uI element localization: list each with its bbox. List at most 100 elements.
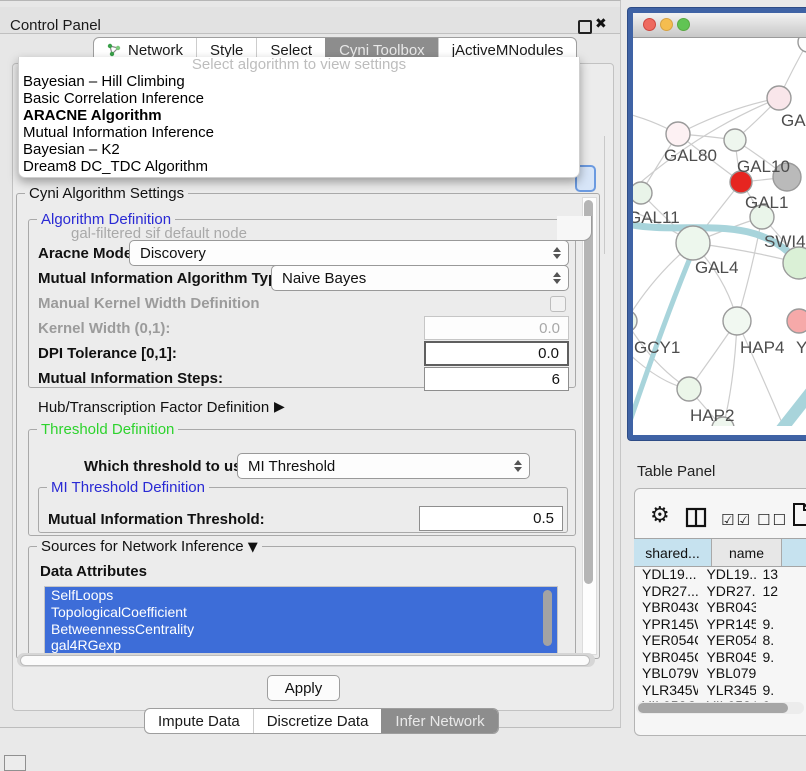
settings-horizontal-scrollbar-thumb[interactable] xyxy=(20,655,590,666)
sources-title-text: Sources for Network Inference xyxy=(41,538,244,555)
network-edge[interactable] xyxy=(737,321,785,426)
which-threshold-select[interactable]: MI Threshold xyxy=(237,453,530,479)
show-selected-columns-icon[interactable]: ☑☑ xyxy=(721,511,752,529)
tab-infer-network[interactable]: Infer Network xyxy=(381,709,497,733)
collapsed-panel-button[interactable] xyxy=(4,755,26,771)
algorithm-dropdown-popup: Select algorithm to view settings Bayesi… xyxy=(18,57,580,178)
network-canvas[interactable]: GALGAL80GAL10GAL1GAL11SWI4GAL4GCY1HAP4YH… xyxy=(633,38,806,426)
table-horizontal-scrollbar-thumb[interactable] xyxy=(638,703,788,713)
mi-steps-label: Mutual Information Steps: xyxy=(38,370,223,387)
float-panel-icon[interactable] xyxy=(578,20,592,34)
table-row[interactable]: YBR043CYBR043C xyxy=(634,599,806,616)
attribute-topologicalcoefficient[interactable]: TopologicalCoefficient xyxy=(45,604,557,621)
table-row[interactable]: YPR145WYPR145W9. xyxy=(634,616,806,633)
aracne-mode-label: Aracne Mode: xyxy=(38,245,137,262)
table-cell: YER054C xyxy=(698,632,756,649)
table-cell: YDR27... xyxy=(698,583,756,600)
node-label-gal1: GAL1 xyxy=(745,193,788,212)
column-header-shared[interactable]: shared... xyxy=(634,539,712,566)
node-label-y: Y xyxy=(796,338,806,357)
table-cell xyxy=(756,665,806,682)
mi-threshold-field[interactable]: 0.5 xyxy=(419,506,563,531)
network-node-gcy1[interactable] xyxy=(633,310,637,332)
table-row[interactable]: YDR27...YDR27...12 xyxy=(634,583,806,600)
hub-definition-label[interactable]: Hub/Transcription Factor Definition xyxy=(38,399,269,416)
node-label-gal4: GAL4 xyxy=(695,258,738,277)
table-cell: YLR345W xyxy=(634,682,698,699)
sources-title: Sources for Network Inference ▼ xyxy=(37,538,262,555)
settings-horizontal-scrollbar[interactable] xyxy=(17,653,595,667)
network-node-gal80[interactable] xyxy=(666,122,690,146)
attribute-gal4rgexp[interactable]: gal4RGexp xyxy=(45,637,557,654)
combo-arrows-icon xyxy=(514,460,522,472)
table-row[interactable]: YER054CYER054C8. xyxy=(634,632,806,649)
network-node-y[interactable] xyxy=(787,309,806,333)
tab-discretize-data[interactable]: Discretize Data xyxy=(253,709,382,733)
mi-type-select[interactable]: Naive Bayes xyxy=(271,265,569,291)
window-close-button[interactable] xyxy=(643,18,656,31)
dpi-tolerance-field[interactable]: 0.0 xyxy=(424,341,569,366)
network-node-gal[interactable] xyxy=(767,86,791,110)
algorithm-item-aracne-algorithm[interactable]: ARACNE Algorithm xyxy=(19,107,579,124)
checkbox-checked-icon: ☑ xyxy=(736,511,751,529)
mi-type-value: Naive Bayes xyxy=(282,270,366,287)
network-edge[interactable] xyxy=(781,383,806,426)
mi-steps-field[interactable]: 6 xyxy=(424,367,569,391)
table-row[interactable]: YBL079WYBL079W xyxy=(634,665,806,682)
columns-icon[interactable] xyxy=(685,507,707,533)
table-cell: 8. xyxy=(756,632,806,649)
table-row[interactable]: YBR045CYBR045C9. xyxy=(634,649,806,666)
settings-scrollbar-thumb[interactable] xyxy=(584,200,593,584)
aracne-mode-value: Discovery xyxy=(140,245,206,262)
apply-button[interactable]: Apply xyxy=(267,675,340,701)
column-header-name[interactable]: name xyxy=(712,539,782,566)
checkbox-unchecked-icon: ☐ xyxy=(772,511,787,529)
dpi-tolerance-label: DPI Tolerance [0,1]: xyxy=(38,345,177,362)
collapse-arrow-icon[interactable]: ▼ xyxy=(248,540,258,555)
algorithm-item-basic-correlation-inference[interactable]: Basic Correlation Inference xyxy=(19,90,579,107)
table-cell: YBR045C xyxy=(698,649,756,666)
settings-scrollbar[interactable] xyxy=(582,197,597,655)
tab-impute-data[interactable]: Impute Data xyxy=(145,709,253,733)
manual-kernel-checkbox[interactable] xyxy=(550,296,566,312)
aracne-mode-select[interactable]: Discovery xyxy=(129,240,569,266)
document-icon[interactable] xyxy=(792,502,806,532)
gear-icon[interactable]: ⚙ xyxy=(650,503,670,528)
network-view-window[interactable]: GALGAL80GAL10GAL1GAL11SWI4GAL4GCY1HAP4YH… xyxy=(628,8,806,440)
hidden-combo-corner xyxy=(557,216,592,241)
attribute-betweennesscentrality[interactable]: BetweennessCentrality xyxy=(45,621,557,638)
algorithm-item-bayesian-hill-climbing[interactable]: Bayesian – Hill Climbing xyxy=(19,73,579,90)
algorithm-item-dream8-dc-tdc-algorithm[interactable]: Dream8 DC_TDC Algorithm xyxy=(19,158,579,175)
node-label-hap4: HAP4 xyxy=(740,338,784,357)
node-label-gal11: GAL11 xyxy=(633,208,680,227)
window-minimize-button[interactable] xyxy=(660,18,673,31)
table-panel-title: Table Panel xyxy=(637,463,715,480)
network-node-gal10[interactable] xyxy=(724,129,746,151)
data-attributes-list[interactable]: SelfLoopsTopologicalCoefficientBetweenne… xyxy=(44,586,558,655)
network-node-hap4[interactable] xyxy=(723,307,751,335)
control-panel-title: Control Panel xyxy=(10,13,101,39)
node-label-gcy1: GCY1 xyxy=(634,338,680,357)
attributes-scrollbar-thumb[interactable] xyxy=(543,590,552,646)
combo-arrows-icon xyxy=(553,272,561,284)
table-horizontal-scrollbar[interactable] xyxy=(636,702,804,714)
table-cell: YDL19... xyxy=(634,566,698,583)
window-zoom-button[interactable] xyxy=(677,18,690,31)
expand-arrow-icon[interactable]: ▶ xyxy=(274,399,285,415)
algorithm-item-mutual-information-inference[interactable]: Mutual Information Inference xyxy=(19,124,579,141)
algorithm-item-bayesian-k2[interactable]: Bayesian – K2 xyxy=(19,141,579,158)
network-node-gal11[interactable] xyxy=(633,182,652,204)
hide-columns-icon[interactable]: ☐☐ xyxy=(757,511,788,529)
table-row[interactable]: YLR345WYLR345W9. xyxy=(634,682,806,699)
algorithm-placeholder: Select algorithm to view settings xyxy=(19,57,579,73)
network-node-gal4[interactable] xyxy=(676,226,710,260)
table-cell: YDR27... xyxy=(634,583,698,600)
network-edge[interactable] xyxy=(678,98,779,134)
network-node[interactable] xyxy=(798,38,806,52)
attribute-selfloops[interactable]: SelfLoops xyxy=(45,587,557,604)
table-row[interactable]: YDL19...YDL19...13 xyxy=(634,566,806,583)
network-node-hap2[interactable] xyxy=(677,377,701,401)
cyni-algorithm-settings-title: Cyni Algorithm Settings xyxy=(25,185,188,202)
column-header-cut[interactable] xyxy=(782,539,806,566)
close-icon[interactable]: ✖ xyxy=(595,16,607,32)
